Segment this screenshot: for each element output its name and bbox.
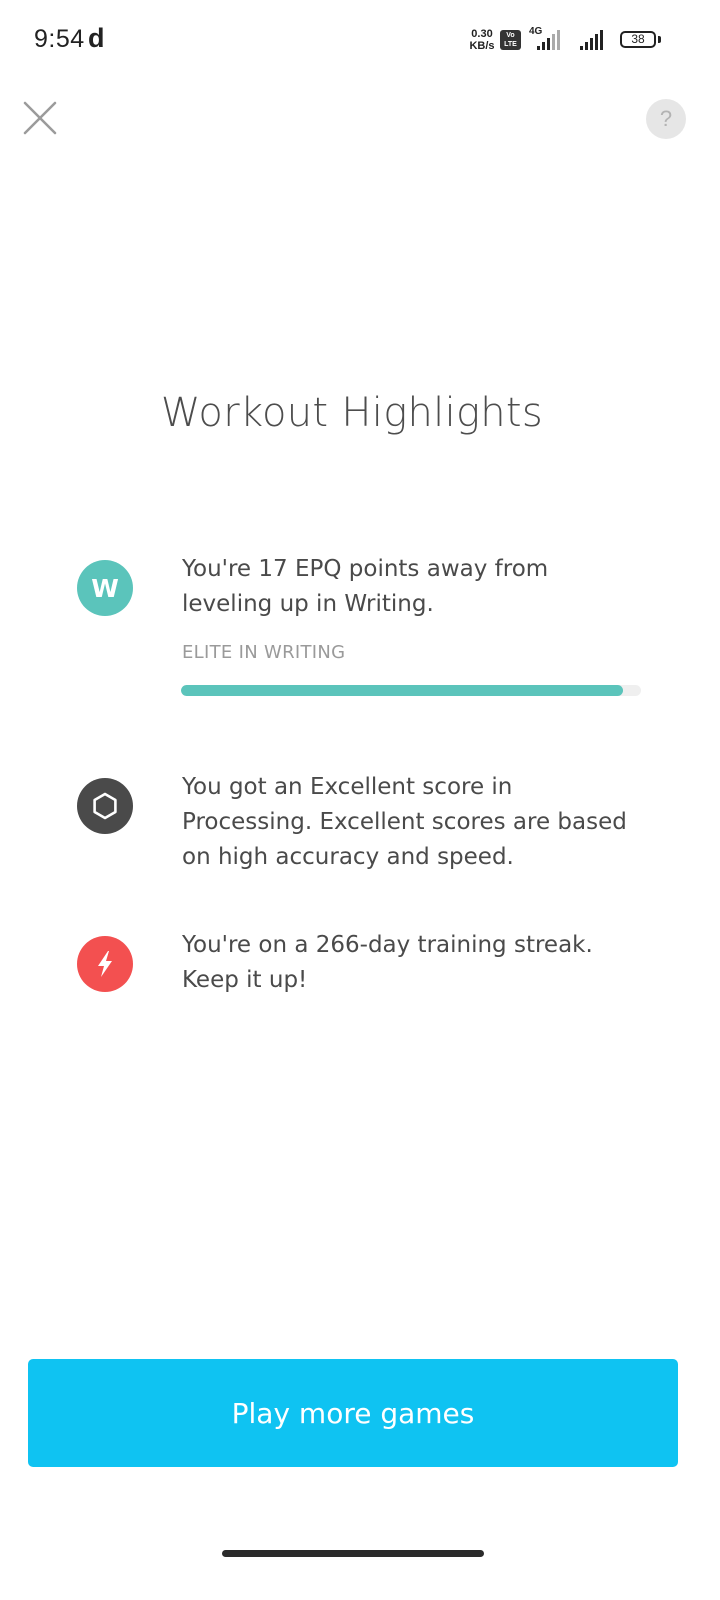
highlight-writing-text: You're 17 EPQ points away from leveling … bbox=[182, 556, 549, 617]
close-button[interactable] bbox=[20, 98, 60, 138]
signal-sim2-icon bbox=[580, 30, 603, 50]
streak-badge bbox=[77, 936, 133, 992]
play-more-games-button[interactable]: Play more games bbox=[28, 1359, 678, 1467]
signal-sim1-icon bbox=[537, 30, 560, 50]
network-speed-value: 0.30 bbox=[471, 28, 493, 40]
status-bar: 9:54 d 0.30 KB/s Vo LTE 4G 38 bbox=[0, 0, 720, 80]
level-progress-bar bbox=[181, 685, 641, 696]
level-progress-fill bbox=[181, 685, 623, 696]
highlight-processing-text: You got an Excellent score in Processing… bbox=[182, 774, 627, 870]
lte-label: LTE bbox=[504, 41, 517, 48]
lightning-bolt-icon bbox=[98, 951, 112, 977]
close-icon bbox=[23, 101, 57, 135]
page-title: Workout Highlights bbox=[160, 390, 544, 436]
battery-tip bbox=[658, 36, 661, 43]
help-button[interactable]: ? bbox=[646, 99, 686, 139]
hexagon-icon bbox=[93, 792, 117, 820]
highlight-streak-text: You're on a 266-day training streak. Kee… bbox=[182, 932, 593, 993]
processing-badge bbox=[77, 778, 133, 834]
home-indicator[interactable] bbox=[222, 1550, 484, 1557]
volte-icon: Vo LTE bbox=[500, 30, 521, 50]
level-label: ELITE IN WRITING bbox=[182, 642, 346, 663]
notification-icon: d bbox=[88, 23, 105, 53]
writing-badge-icon: W bbox=[77, 560, 133, 616]
network-speed-unit: KB/s bbox=[469, 40, 495, 52]
status-time: 9:54 bbox=[34, 25, 85, 53]
volte-label: Vo bbox=[506, 32, 515, 39]
network-speed: 0.30 KB/s bbox=[467, 28, 497, 52]
battery-icon: 38 bbox=[620, 31, 656, 48]
